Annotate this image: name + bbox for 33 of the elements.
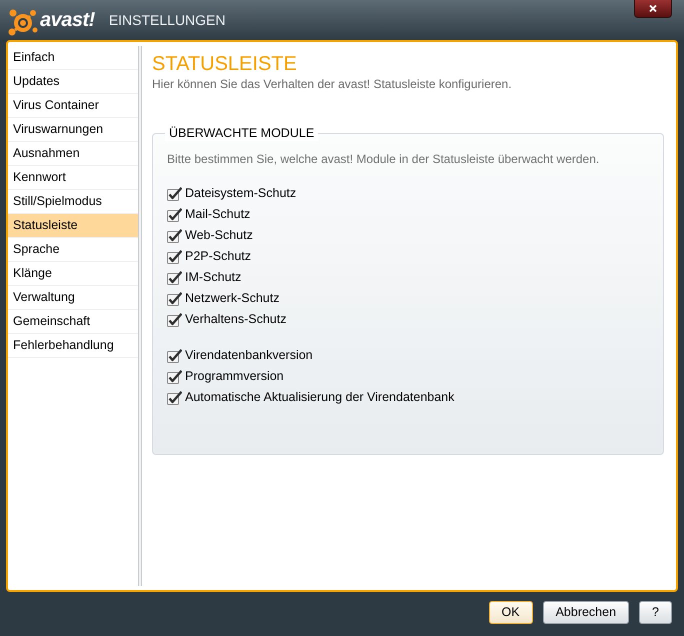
checked-checkbox-icon[interactable] [167, 390, 182, 404]
checkbox-label[interactable]: Web-Schutz [185, 226, 253, 245]
checked-checkbox-icon[interactable] [167, 208, 182, 222]
checked-checkbox-icon[interactable] [167, 270, 182, 284]
logo-icon [8, 8, 38, 36]
window-title: EINSTELLUNGEN [108, 13, 226, 27]
checked-checkbox-icon[interactable] [167, 292, 182, 306]
checkbox-label[interactable]: Automatische Aktualisierung der Virendatenbank [185, 388, 454, 407]
checkbox-label[interactable]: Virendatenbankversion [185, 346, 313, 365]
checkbox-label[interactable]: Verhaltens-Schutz [185, 310, 286, 329]
checked-checkbox-icon[interactable] [167, 186, 182, 200]
checkbox-label[interactable]: Programmversion [185, 367, 284, 386]
group-title: ÜBERWACHTE MODULE [165, 125, 318, 141]
checked-checkbox-icon[interactable] [167, 228, 182, 242]
close-icon [649, 5, 657, 12]
close-button[interactable] [634, 0, 672, 18]
group-description: Bitte bestimmen Sie, welche avast! Module in der Statusleiste überwacht werden. [167, 151, 600, 167]
checked-checkbox-icon[interactable] [167, 312, 182, 326]
dialog-button[interactable]: OK [488, 601, 533, 624]
checkbox-label[interactable]: P2P-Schutz [185, 247, 252, 266]
dialog-button[interactable]: ? [639, 601, 672, 624]
checked-checkbox-icon[interactable] [167, 250, 182, 264]
checkbox-label[interactable]: Dateisystem-Schutz [185, 184, 296, 203]
checkbox-label[interactable]: IM-Schutz [185, 268, 242, 287]
checkbox-label[interactable]: Mail-Schutz [185, 205, 250, 224]
page-title: STATUSLEISTE [152, 52, 298, 76]
dialog-button[interactable]: Abbrechen [542, 601, 630, 624]
sidebar-item[interactable]: Statusleiste [8, 214, 138, 238]
checked-checkbox-icon[interactable] [167, 348, 182, 362]
logo-text: avast! [40, 10, 95, 30]
checked-checkbox-icon[interactable] [167, 370, 182, 384]
checkbox-label[interactable]: Netzwerk-Schutz [185, 289, 280, 308]
page-subtitle: Hier können Sie das Verhalten der avast! Statusleiste konfigurieren. [152, 76, 513, 92]
